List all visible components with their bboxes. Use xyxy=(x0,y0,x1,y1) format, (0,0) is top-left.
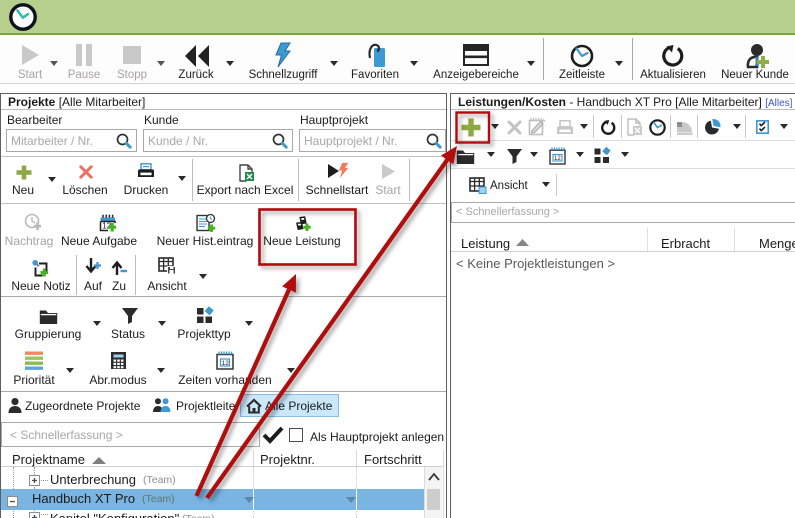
svg-text:12: 12 xyxy=(222,360,230,367)
svg-text:12: 12 xyxy=(554,156,561,162)
